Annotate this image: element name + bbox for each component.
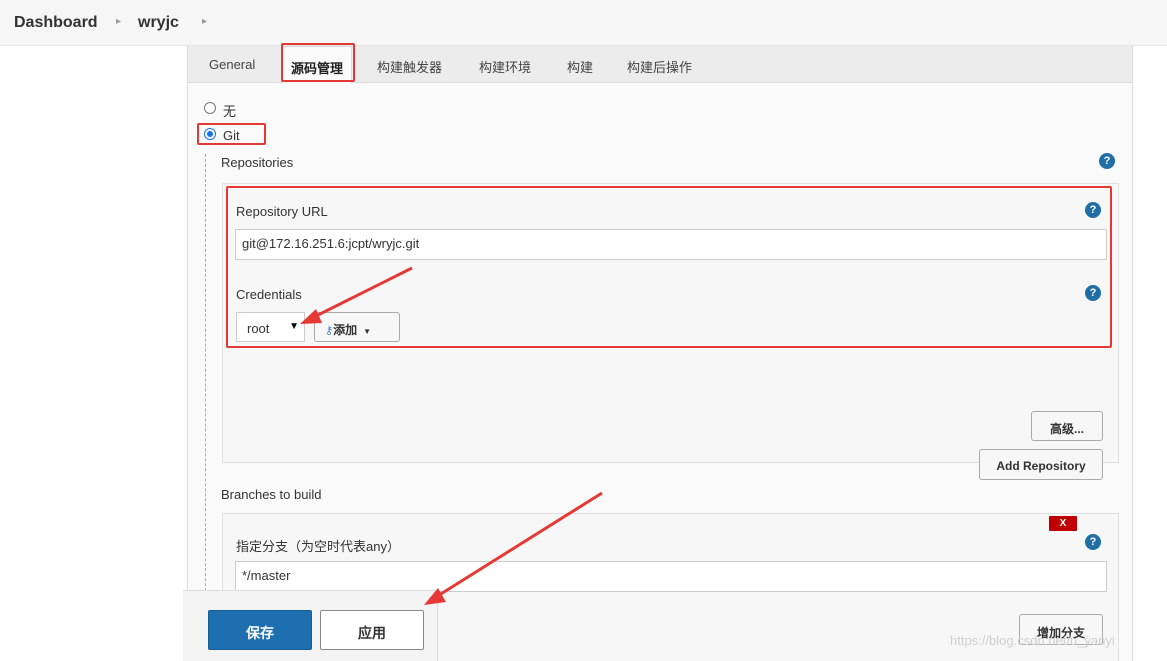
tab-build-triggers[interactable]: 构建触发器 <box>377 57 442 76</box>
tab-post-build-actions[interactable]: 构建后操作 <box>627 57 692 76</box>
scm-none-label: 无 <box>223 104 237 119</box>
save-button[interactable]: 保存 <box>208 610 312 650</box>
breadcrumb-dashboard[interactable]: Dashboard <box>14 14 98 32</box>
branches-to-build-label: Branches to build <box>221 487 322 502</box>
form-action-bar: 保存 应用 <box>183 590 438 661</box>
breadcrumb-job[interactable]: wryjc <box>138 14 179 32</box>
git-section-indent-line <box>205 154 206 661</box>
branch-specifier-label: 指定分支（为空时代表any） <box>236 539 400 554</box>
tab-build[interactable]: 构建 <box>567 57 593 76</box>
add-repository-button[interactable]: Add Repository <box>979 449 1103 480</box>
annotation-highlight-repository <box>226 186 1112 348</box>
annotation-highlight-scm-tab <box>281 43 355 82</box>
scm-none-radio[interactable] <box>204 102 216 114</box>
watermark: https://blog.csdn.net/u_yanyi <box>950 633 1115 648</box>
breadcrumb-separator-icon: ▸ <box>116 16 122 27</box>
apply-button[interactable]: 应用 <box>320 610 424 650</box>
job-config-panel: General 源码管理 构建触发器 构建环境 构建 构建后操作 无 Git R… <box>187 46 1133 661</box>
tab-general[interactable]: General <box>209 57 255 72</box>
breadcrumb-separator-icon: ▸ <box>202 16 208 27</box>
delete-branch-button[interactable]: X <box>1049 516 1077 531</box>
advanced-button[interactable]: 高级... <box>1031 411 1103 441</box>
tab-build-environment[interactable]: 构建环境 <box>479 57 531 76</box>
branch-specifier-help-icon[interactable]: ? <box>1085 534 1101 550</box>
repositories-help-icon[interactable]: ? <box>1099 153 1115 169</box>
branch-specifier-input[interactable]: */master <box>235 561 1107 592</box>
breadcrumb: Dashboard ▸ wryjc ▸ <box>0 0 1167 46</box>
repositories-label: Repositories <box>221 155 294 170</box>
page: Dashboard ▸ wryjc ▸ General 源码管理 构建触发器 构… <box>0 0 1167 661</box>
annotation-highlight-git-option <box>197 123 266 145</box>
